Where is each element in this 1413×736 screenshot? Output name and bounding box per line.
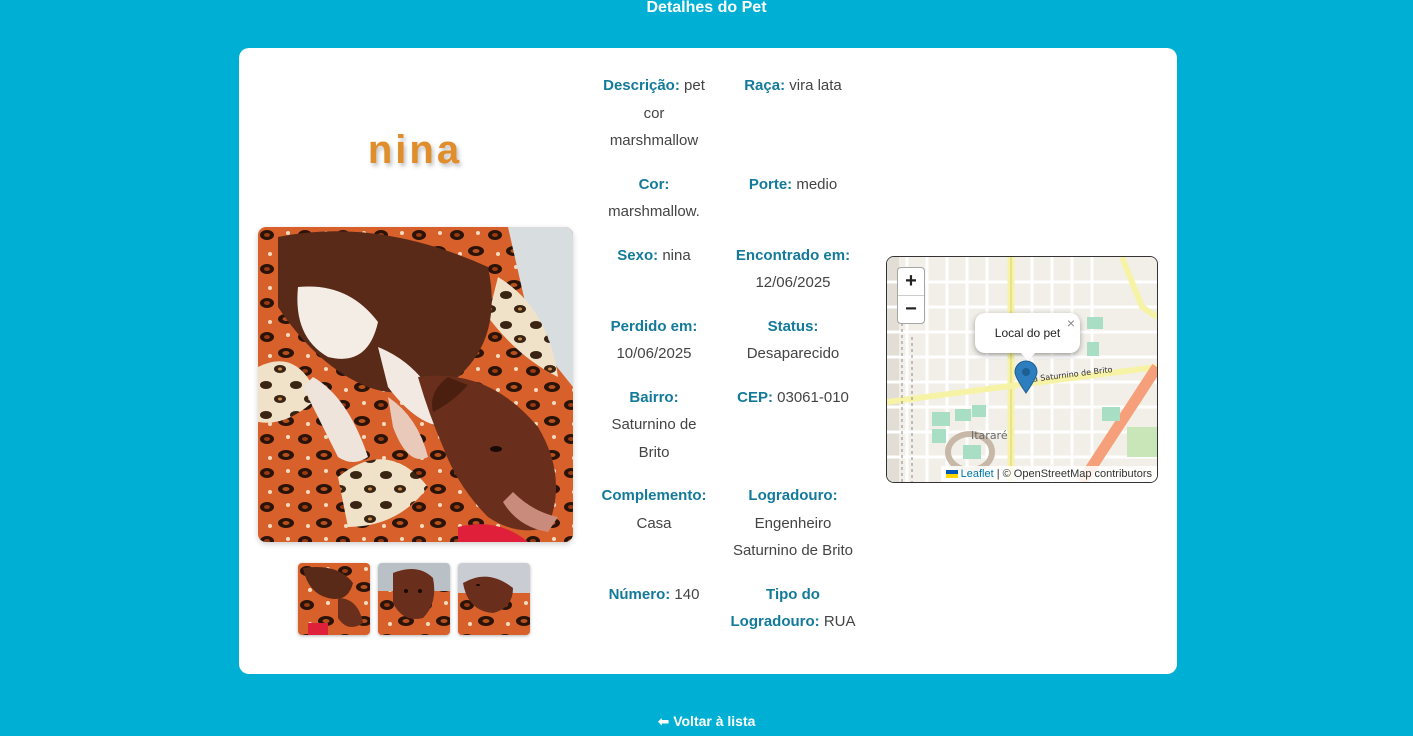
thumbnail-1[interactable]	[298, 563, 370, 635]
pet-info-grid: Descrição: pet cor marshmallow Raça: vir…	[592, 72, 870, 636]
field-label: Logradouro:	[748, 487, 838, 504]
field-label: Bairro:	[629, 388, 679, 406]
field-cor: Cor: marshmallow.	[592, 171, 716, 226]
map-popup: Local do pet ×	[975, 313, 1080, 361]
field-label: CEP:	[737, 388, 773, 406]
field-cep: CEP: 03061-010	[716, 384, 870, 467]
pet-details-card: nina Descrição: pet cor marshmallow Raça…	[239, 48, 1177, 674]
field-value: vira lata	[789, 77, 842, 94]
field-value: 03061-010	[777, 388, 849, 406]
field-label: Encontrado em:	[735, 246, 851, 264]
field-value: 12/06/2025	[755, 274, 831, 291]
back-to-list-link[interactable]: ⬅ Voltar à lista	[0, 712, 1413, 730]
field-status: Status: Desaparecido	[716, 313, 870, 368]
zoom-out-button[interactable]: −	[898, 295, 924, 323]
field-porte: Porte: medio	[716, 171, 870, 226]
field-sexo: Sexo: nina	[592, 242, 716, 297]
field-value: 140	[674, 585, 700, 603]
popup-close-icon[interactable]: ×	[1067, 303, 1075, 343]
field-value: medio	[796, 175, 838, 193]
field-value: Desaparecido	[746, 345, 840, 362]
thumbnail-3[interactable]	[458, 563, 530, 635]
field-numero: Número: 140	[592, 581, 716, 636]
map-attribution: Leaflet | © OpenStreetMap contributors	[940, 466, 1157, 482]
field-label: Tipo do Logradouro:	[730, 585, 820, 631]
field-label: Cor:	[638, 175, 670, 193]
field-label: Complemento:	[601, 487, 707, 504]
field-value: RUA	[823, 613, 856, 630]
map-district-label: Itararé	[971, 429, 1008, 442]
page-title: Detalhes do Pet	[646, 0, 767, 16]
field-value: Saturnino de Brito	[611, 416, 697, 461]
pet-main-photo	[258, 227, 573, 542]
zoom-in-button[interactable]: +	[898, 268, 924, 295]
field-complemento: Complemento: Casa	[592, 482, 716, 565]
popup-text: Local do pet	[994, 326, 1061, 340]
field-raca: Raça: vira lata	[716, 72, 870, 155]
zoom-control: + −	[897, 267, 925, 324]
field-perdido-em: Perdido em: 10/06/2025	[592, 313, 716, 368]
field-descricao: Descrição: pet cor marshmallow	[592, 72, 716, 155]
field-tipo-logradouro: Tipo do Logradouro: RUA	[716, 581, 870, 636]
thumbnail-2[interactable]	[378, 563, 450, 635]
ukraine-flag-icon	[945, 470, 958, 479]
field-label: Perdido em:	[610, 317, 698, 335]
photo-thumbnails	[298, 563, 530, 635]
attribution-text: | © OpenStreetMap contributors	[996, 468, 1152, 480]
field-bairro: Bairro: Saturnino de Brito	[592, 384, 716, 467]
field-label: Descrição:	[603, 77, 680, 94]
field-logradouro: Logradouro: Engenheiro Saturnino de Brit…	[716, 482, 870, 565]
field-value: marshmallow.	[608, 203, 700, 220]
location-map[interactable]: Rua Saturnino de Brito Itararé + − Local…	[886, 256, 1158, 483]
pet-name: nina	[367, 128, 463, 172]
leaflet-link[interactable]: Leaflet	[961, 468, 994, 480]
field-label: Número:	[608, 585, 671, 603]
field-label: Porte:	[748, 175, 793, 193]
field-label: Status:	[767, 317, 819, 335]
field-value: 10/06/2025	[616, 345, 692, 362]
field-encontrado-em: Encontrado em: 12/06/2025	[716, 242, 870, 297]
field-value: Casa	[636, 514, 672, 532]
field-value: nina	[662, 246, 691, 264]
field-value: Engenheiro Saturnino de Brito	[732, 514, 854, 560]
map-tiles: Rua Saturnino de Brito Itararé	[887, 257, 1157, 482]
field-label: Sexo:	[617, 246, 659, 264]
field-label: Raça:	[744, 77, 786, 94]
